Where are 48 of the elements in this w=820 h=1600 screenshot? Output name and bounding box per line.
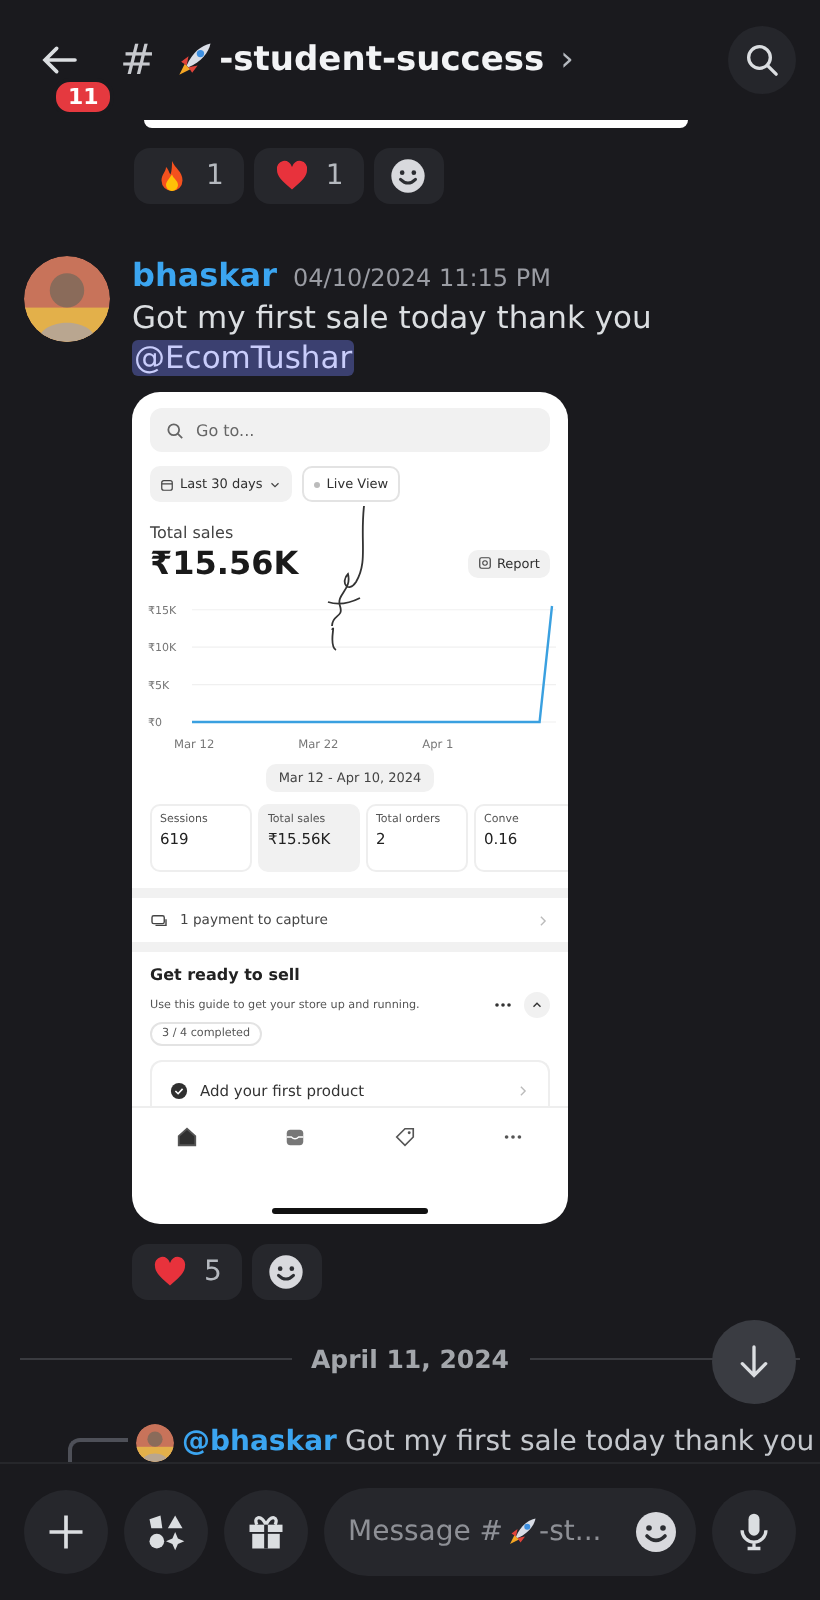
more-icon: [494, 1002, 512, 1008]
heart-icon: [152, 1254, 188, 1290]
image-attachment[interactable]: [132, 392, 568, 1224]
gift-icon: [244, 1510, 288, 1554]
add-reaction-icon[interactable]: [632, 1508, 680, 1556]
channel-chevron[interactable]: ›: [560, 40, 574, 80]
add-reaction-icon[interactable]: [388, 156, 429, 196]
jump-to-latest-button[interactable]: [712, 1320, 796, 1404]
timestamp: 04/10/2024 11:15 PM: [293, 264, 551, 292]
search-icon: [742, 40, 782, 80]
message-text: Got my first sale today thank you: [132, 300, 652, 336]
heart-icon: [273, 158, 310, 194]
search-icon: [166, 421, 184, 439]
avatar[interactable]: [136, 1423, 174, 1461]
money-icon: [150, 913, 168, 927]
unread-badge: 11: [52, 78, 115, 116]
username[interactable]: bhaskar: [132, 256, 277, 294]
channel-hash: #: [120, 36, 156, 84]
reaction-button[interactable]: 5: [132, 1244, 242, 1300]
add-reaction-button[interactable]: [251, 1244, 322, 1300]
reply-mention[interactable]: @bhaskar: [182, 1426, 337, 1458]
search-button[interactable]: [728, 26, 796, 94]
chevron-down-icon: [268, 477, 283, 491]
avatar[interactable]: [24, 256, 110, 342]
add-reaction-icon[interactable]: [266, 1252, 307, 1292]
reaction-button[interactable]: 1: [253, 148, 364, 204]
apps-button[interactable]: [124, 1490, 208, 1574]
calendar-icon: [160, 477, 174, 491]
voice-button[interactable]: [712, 1490, 796, 1574]
chevron-up-icon: [530, 998, 544, 1012]
guide-title: Get ready to sell: [150, 966, 302, 984]
reaction-button[interactable]: 1: [134, 148, 244, 204]
plus-icon: [44, 1510, 88, 1554]
chevron-right-icon: [536, 913, 550, 927]
channel-title[interactable]: -student-success: [219, 40, 545, 80]
chevron-right-icon: [516, 1083, 530, 1097]
user-mention[interactable]: @EcomTushar: [132, 340, 355, 376]
metric-label: Total sales: [150, 524, 236, 542]
message-input[interactable]: Message # -st...: [324, 1488, 696, 1576]
metric-value: ₹15.56K: [150, 544, 299, 582]
report-icon: [478, 556, 493, 570]
gift-button[interactable]: [224, 1490, 308, 1574]
date-divider: April 11, 2024: [311, 1344, 509, 1374]
shapes-icon: [144, 1510, 188, 1554]
add-button[interactable]: [24, 1490, 108, 1574]
search-field: Go to...: [150, 408, 550, 452]
reply-preview-text[interactable]: Got my first sale today thank you: [344, 1426, 815, 1458]
add-reaction-button[interactable]: [373, 148, 444, 204]
